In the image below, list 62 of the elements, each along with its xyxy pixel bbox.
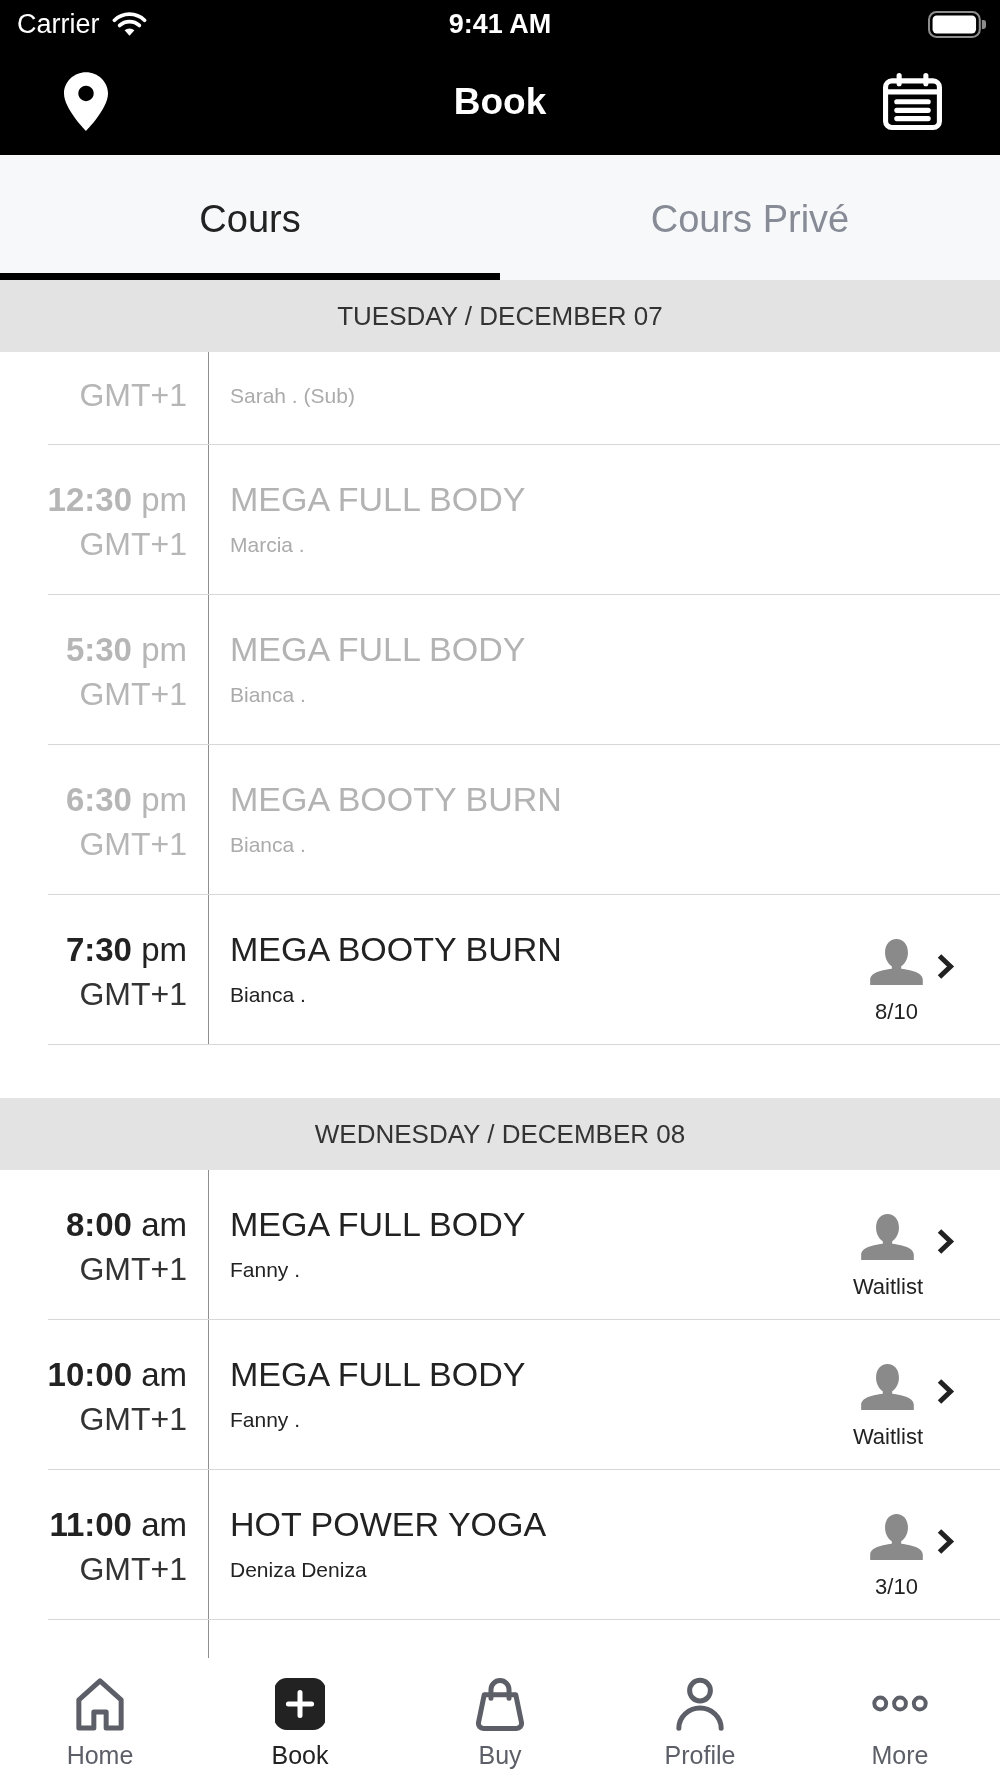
instructor-name: Fanny .	[230, 1257, 301, 1283]
tab[interactable]: Cours	[0, 155, 500, 280]
chevron-right-icon[interactable]	[936, 953, 956, 980]
timezone-label: GMT+1	[79, 376, 187, 415]
class-time: 10:00 am	[47, 1355, 187, 1395]
shopping-bag-icon	[475, 1677, 525, 1731]
page-title: Book	[453, 79, 547, 124]
class-time: 6:30 pm	[65, 780, 187, 820]
clock-time: 9:41 AM	[448, 8, 552, 40]
class-title: MEGA FULL BODY	[230, 1354, 526, 1395]
class-title: MEGA FULL BODY	[230, 629, 526, 670]
class-title: MEGA FULL BODY	[230, 479, 526, 520]
instructor-name: Deniza Deniza	[230, 1557, 367, 1583]
timezone-label: GMT+1	[79, 825, 187, 864]
person-outline-icon	[675, 1677, 725, 1731]
instructor-name: Fanny .	[230, 1407, 301, 1433]
class-time: 7:30 pm	[65, 930, 187, 970]
chevron-right-icon[interactable]	[936, 1528, 956, 1555]
person-icon	[870, 1513, 923, 1560]
class-time: 12:30 pm	[47, 480, 187, 520]
instructor-name: Marcia .	[230, 532, 305, 558]
instructor-name: Bianca .	[230, 982, 306, 1008]
spots-label: Waitlist	[852, 1274, 923, 1300]
calendar-icon[interactable]	[883, 73, 942, 130]
spots-label: 3/10	[875, 1574, 918, 1600]
date-header: WEDNESDAY / DECEMBER 08	[0, 1098, 1000, 1170]
instructor-name: Sarah . (Sub)	[230, 383, 355, 409]
timezone-label: GMT+1	[79, 525, 187, 564]
spots-label: 8/10	[875, 999, 918, 1025]
class-time: 11:00 am	[49, 1505, 187, 1545]
person-icon	[870, 938, 923, 985]
timezone-label: GMT+1	[79, 1250, 187, 1289]
location-pin-icon[interactable]	[64, 72, 108, 131]
date-header: TUESDAY / DECEMBER 07	[0, 280, 1000, 352]
timezone-label: GMT+1	[79, 1550, 187, 1589]
spots-label: Waitlist	[852, 1424, 923, 1450]
class-title: MEGA BOOTY BURN	[230, 779, 562, 820]
more-icon	[872, 1695, 928, 1712]
person-icon	[861, 1213, 915, 1260]
class-title: HOT POWER YOGA	[230, 1504, 547, 1545]
tab-bar-item[interactable]: Home	[0, 1658, 200, 1778]
person-icon	[861, 1363, 915, 1410]
tab-bar-item[interactable]: Buy	[400, 1658, 600, 1778]
timezone-label: GMT+1	[79, 1400, 187, 1439]
instructor-name: Bianca .	[230, 682, 306, 708]
timezone-label: GMT+1	[79, 675, 187, 714]
home-icon	[75, 1677, 125, 1731]
timezone-label: GMT+1	[79, 975, 187, 1014]
class-time: 5:30 pm	[65, 630, 187, 670]
tab[interactable]: Cours Privé	[500, 155, 1000, 280]
wifi-icon	[111, 11, 147, 37]
tab-bar-item[interactable]: More	[800, 1658, 1000, 1778]
class-title: MEGA FULL BODY	[230, 1204, 526, 1245]
chevron-right-icon[interactable]	[936, 1228, 956, 1255]
class-time: 8:00 am	[65, 1205, 187, 1245]
tab-bar-item[interactable]: Profile	[600, 1658, 800, 1778]
battery-icon	[928, 10, 986, 38]
carrier-label: Carrier	[17, 8, 100, 40]
instructor-name: Bianca .	[230, 832, 306, 858]
class-title: MEGA BOOTY BURN	[230, 929, 562, 970]
tab-bar-item[interactable]: Book	[200, 1658, 400, 1778]
chevron-right-icon[interactable]	[936, 1378, 956, 1405]
